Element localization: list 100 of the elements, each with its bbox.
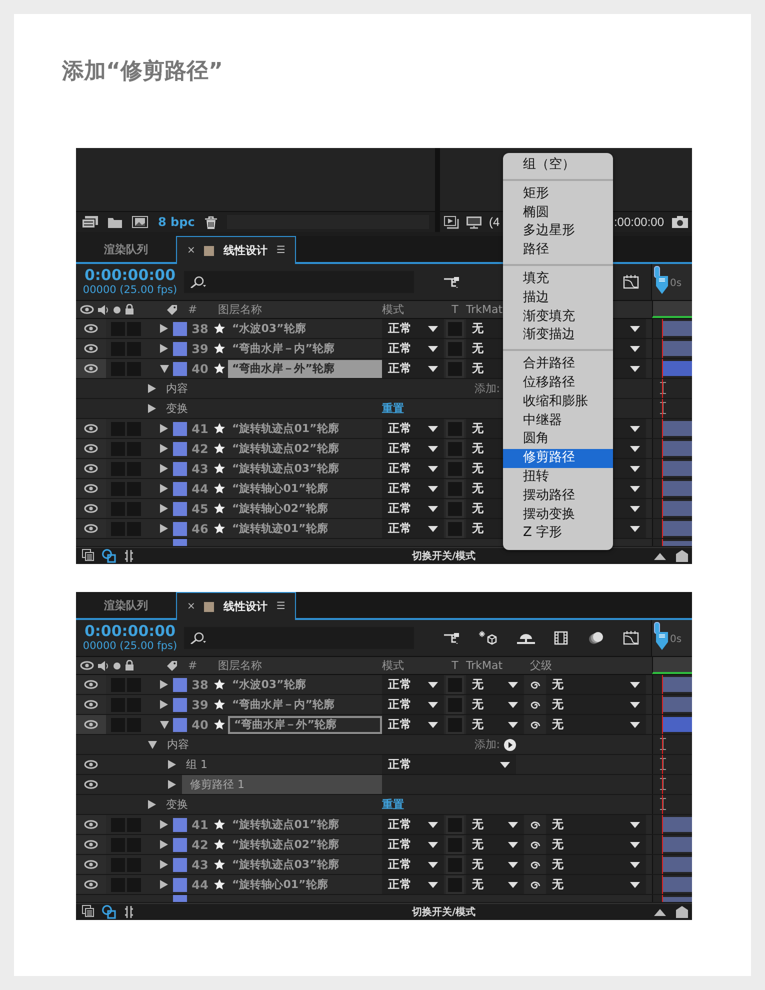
eye-icon[interactable] xyxy=(84,524,98,533)
eye-icon[interactable] xyxy=(84,484,98,493)
menu-icon[interactable]: ☰ xyxy=(276,245,286,256)
label-color-box[interactable] xyxy=(173,342,187,356)
snapshot-icon[interactable] xyxy=(672,216,688,228)
frame-blending-icon[interactable] xyxy=(554,631,568,645)
draft-3d-icon[interactable] xyxy=(479,631,498,645)
eye-icon[interactable] xyxy=(84,700,98,709)
menu-icon[interactable]: ☰ xyxy=(276,601,286,612)
label-color-box[interactable] xyxy=(173,362,187,376)
zoom-in-icon[interactable] xyxy=(676,906,688,918)
expand-arrow-icon[interactable] xyxy=(160,424,168,433)
label-color-box[interactable] xyxy=(173,322,187,336)
mode-dropdown[interactable]: 正常 xyxy=(382,855,444,874)
shy-layers-icon[interactable] xyxy=(516,632,535,644)
preserve-transparency-checkbox[interactable] xyxy=(446,676,464,694)
layer-name[interactable]: “旋转轨迹点02”轮廓 xyxy=(228,440,382,458)
label-color-box[interactable] xyxy=(173,698,187,712)
mode-dropdown[interactable]: 正常 xyxy=(382,715,444,734)
eye-icon[interactable] xyxy=(84,504,98,513)
lock-icon[interactable] xyxy=(125,304,134,315)
shapes-icon[interactable] xyxy=(102,549,116,563)
preserve-transparency-checkbox[interactable] xyxy=(446,836,464,854)
eye-icon[interactable] xyxy=(84,424,98,433)
flowchart-icon[interactable] xyxy=(444,632,460,644)
layer-name[interactable]: “旋转轨迹点01”轮廓 xyxy=(228,420,382,438)
caret-icon[interactable] xyxy=(630,506,640,512)
label-color-box[interactable] xyxy=(173,678,187,692)
new-composition-icon[interactable] xyxy=(82,216,98,228)
preserve-transparency-checkbox[interactable] xyxy=(446,420,464,438)
caret-icon[interactable] xyxy=(630,326,640,332)
footage-icon[interactable] xyxy=(132,216,148,228)
speaker-icon[interactable] xyxy=(98,660,109,670)
mode-dropdown[interactable]: 正常 xyxy=(382,815,444,834)
trkmat-dropdown[interactable]: 无 xyxy=(466,715,524,734)
expand-arrow-icon[interactable] xyxy=(160,840,168,849)
panel-tab[interactable]: 渲染队列 xyxy=(76,592,176,618)
expand-arrow-icon[interactable] xyxy=(160,720,168,728)
mode-dropdown[interactable]: 正常 xyxy=(382,319,444,338)
blend-mode-dropdown[interactable]: 正常 xyxy=(382,755,516,774)
expand-arrow-icon[interactable] xyxy=(160,820,168,829)
preserve-transparency-checkbox[interactable] xyxy=(446,360,464,378)
label-color-box[interactable] xyxy=(173,522,187,536)
in-out-icon[interactable] xyxy=(124,549,134,563)
mode-dropdown[interactable]: 正常 xyxy=(382,439,444,458)
label-color-box[interactable] xyxy=(173,858,187,872)
expand-arrow-icon[interactable] xyxy=(160,880,168,889)
layer-name[interactable]: “旋转轨迹点03”轮廓 xyxy=(228,856,382,874)
eye-icon[interactable] xyxy=(84,760,98,769)
expand-arrow-icon[interactable] xyxy=(168,780,176,789)
graph-editor-icon[interactable] xyxy=(622,631,639,645)
caret-icon[interactable] xyxy=(630,486,640,492)
folder-icon[interactable] xyxy=(108,216,122,228)
graph-editor-icon[interactable] xyxy=(623,275,639,289)
zoom-out-icon[interactable] xyxy=(654,552,666,560)
zoom-out-icon[interactable] xyxy=(654,908,666,916)
menu-item[interactable]: 修剪路径 xyxy=(503,449,613,468)
property-name[interactable]: 变换 xyxy=(166,401,188,416)
eye-icon[interactable] xyxy=(84,860,98,869)
toggle-switches-modes[interactable]: 切换开关/模式 xyxy=(412,549,476,563)
trash-icon[interactable] xyxy=(204,216,217,228)
preserve-transparency-checkbox[interactable] xyxy=(446,816,464,834)
reset-link[interactable]: 重置 xyxy=(382,401,404,416)
mode-dropdown[interactable]: 正常 xyxy=(382,519,444,538)
panel-tab[interactable]: 渲染队列 xyxy=(76,236,176,262)
preserve-transparency-checkbox[interactable] xyxy=(446,856,464,874)
layer-name[interactable]: “旋转轴心01”轮廓 xyxy=(228,876,382,894)
zoom-level[interactable]: (4 xyxy=(489,215,500,229)
eye-icon[interactable] xyxy=(84,840,98,849)
monitor-icon[interactable] xyxy=(466,216,482,228)
expand-arrow-icon[interactable] xyxy=(168,760,176,769)
lock-icon[interactable] xyxy=(125,660,134,671)
label-color-box[interactable] xyxy=(173,462,187,476)
pick-whip-icon[interactable] xyxy=(529,818,541,830)
playhead-icon[interactable] xyxy=(655,632,669,650)
caret-icon[interactable] xyxy=(630,366,640,372)
mode-dropdown[interactable]: 正常 xyxy=(382,339,444,358)
eye-icon[interactable] xyxy=(84,720,98,729)
label-color-box[interactable] xyxy=(173,502,187,516)
parent-dropdown[interactable]: 无 xyxy=(546,715,646,734)
menu-item[interactable]: 收缩和膨胀 xyxy=(503,392,613,412)
property-name[interactable]: 内容 xyxy=(167,737,189,752)
shapes-icon[interactable] xyxy=(102,905,116,919)
trkmat-dropdown[interactable]: 无 xyxy=(466,815,524,834)
mode-dropdown[interactable]: 正常 xyxy=(382,479,444,498)
label-tag-icon[interactable] xyxy=(166,660,178,672)
solo-dot-icon[interactable] xyxy=(113,662,121,670)
eye-icon[interactable] xyxy=(80,661,94,670)
menu-item[interactable]: 组（空） xyxy=(503,156,613,175)
preserve-transparency-checkbox[interactable] xyxy=(446,340,464,358)
mode-dropdown[interactable]: 正常 xyxy=(382,419,444,438)
eye-icon[interactable] xyxy=(80,305,94,314)
parent-dropdown[interactable]: 无 xyxy=(546,875,646,894)
close-icon[interactable]: × xyxy=(187,245,196,256)
trkmat-dropdown[interactable]: 无 xyxy=(466,695,524,714)
comp-mini-flowchart-icon[interactable] xyxy=(82,905,94,917)
expand-arrow-icon[interactable] xyxy=(160,700,168,709)
panel-tab[interactable]: × 线性设计 ☰ xyxy=(176,592,296,620)
caret-icon[interactable] xyxy=(630,426,640,432)
preserve-transparency-checkbox[interactable] xyxy=(446,696,464,714)
